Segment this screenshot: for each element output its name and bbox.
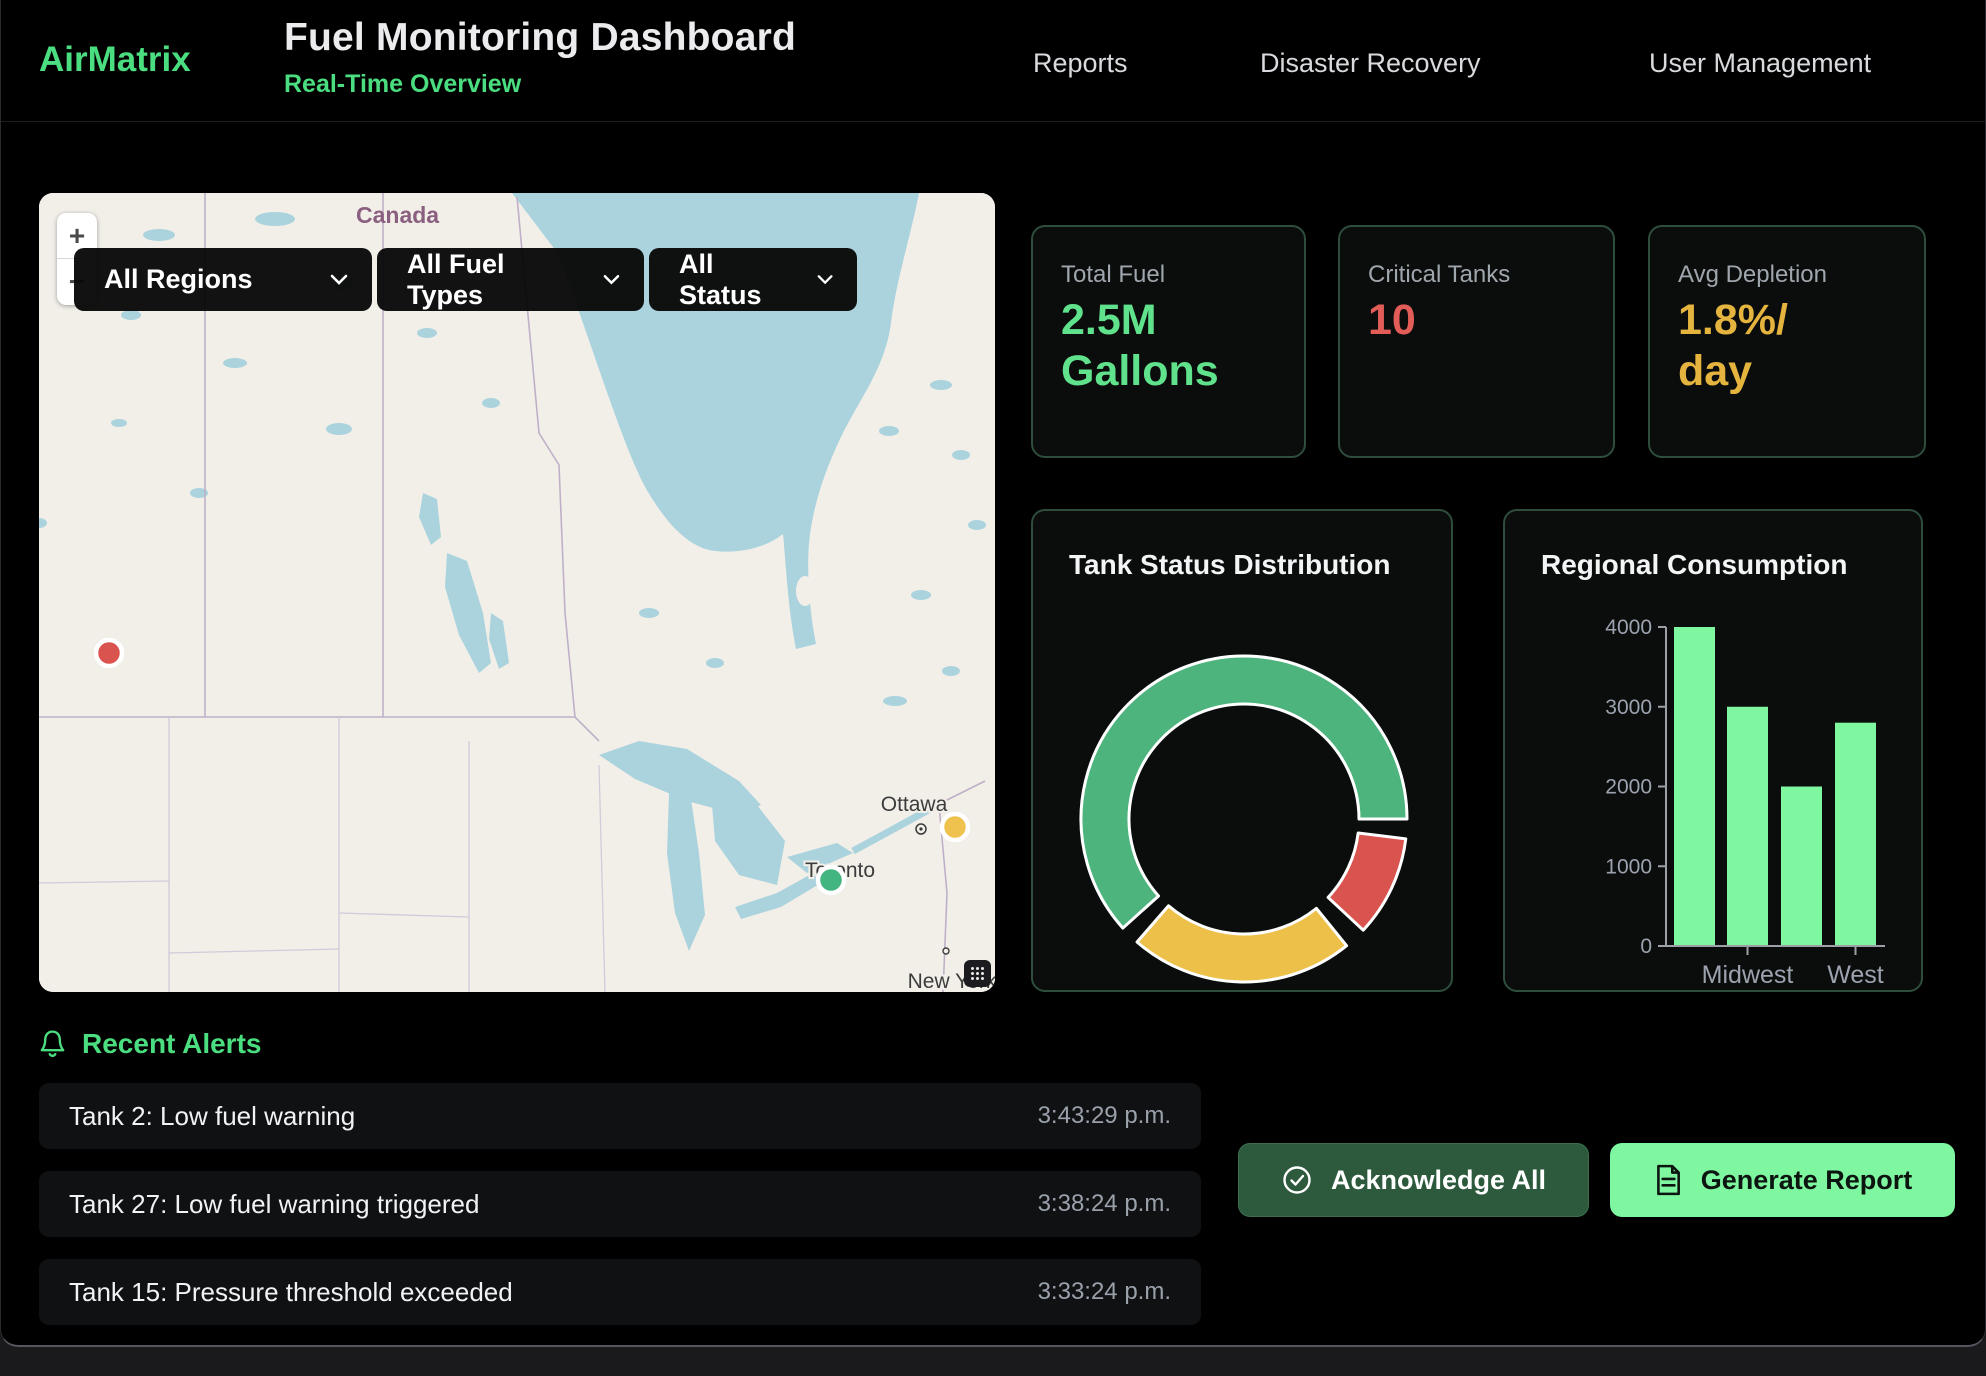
y-tick-label: 0 <box>1640 935 1652 958</box>
stat-card-total-fuel: Total Fuel 2.5M Gallons <box>1031 225 1306 458</box>
regional-consumption-bar-chart: 0 1000 2000 3000 4000 Midwest West <box>1505 511 1921 990</box>
alert-time: 3:43:29 p.m. <box>1038 1102 1171 1130</box>
fuel-map[interactable]: Canada Ottawa Toronto New York + − All R… <box>39 193 995 992</box>
alert-row: Tank 2: Low fuel warning 3:43:29 p.m. <box>39 1083 1201 1149</box>
chevron-down-icon <box>603 274 620 285</box>
page-subtitle: Real-Time Overview <box>284 70 796 99</box>
tank-status-chart-card: Tank Status Distribution <box>1031 509 1453 992</box>
status-filter-dropdown[interactable]: All Status <box>649 248 857 311</box>
donut-segment-critical <box>1328 833 1406 930</box>
bar-3 <box>1835 723 1876 946</box>
alerts-header: Recent Alerts <box>39 1028 261 1060</box>
alert-message: Tank 27: Low fuel warning triggered <box>69 1189 479 1220</box>
map-marker-warning[interactable] <box>942 814 968 840</box>
alert-row: Tank 27: Low fuel warning triggered 3:38… <box>39 1171 1201 1237</box>
y-tick-label: 3000 <box>1605 696 1652 719</box>
bar-2 <box>1781 787 1822 947</box>
tank-status-donut-chart <box>1033 551 1451 991</box>
header: AirMatrix Fuel Monitoring Dashboard Real… <box>1 0 1985 122</box>
alert-message: Tank 15: Pressure threshold exceeded <box>69 1277 513 1308</box>
nav-user-management[interactable]: User Management <box>1649 48 1871 79</box>
map-label-ottawa: Ottawa <box>881 793 948 816</box>
x-tick-label: Midwest <box>1702 961 1794 989</box>
alert-row: Tank 15: Pressure threshold exceeded 3:3… <box>39 1259 1201 1325</box>
regional-consumption-chart-card: Regional Consumption 01000200030004000Mi… <box>1503 509 1923 992</box>
bar-0 <box>1674 627 1715 946</box>
acknowledge-all-button[interactable]: Acknowledge All <box>1238 1143 1589 1217</box>
acknowledge-all-label: Acknowledge All <box>1331 1165 1546 1196</box>
y-tick-label: 2000 <box>1605 776 1652 799</box>
page-title: Fuel Monitoring Dashboard <box>284 16 796 60</box>
stat-label: Avg Depletion <box>1678 261 1827 289</box>
alert-time: 3:38:24 p.m. <box>1038 1190 1171 1218</box>
generate-report-button[interactable]: Generate Report <box>1610 1143 1955 1217</box>
stat-value: 1.8%/ day <box>1678 295 1838 396</box>
map-marker-normal[interactable] <box>818 867 844 893</box>
alert-message: Tank 2: Low fuel warning <box>69 1101 355 1132</box>
dashboard-shell: AirMatrix Fuel Monitoring Dashboard Real… <box>0 0 1986 1347</box>
generate-report-label: Generate Report <box>1701 1165 1913 1196</box>
map-resize-handle[interactable] <box>964 960 991 987</box>
donut-segment-warning <box>1137 906 1347 982</box>
check-circle-icon <box>1281 1164 1313 1196</box>
fuel-type-filter-value: All Fuel Types <box>407 249 577 311</box>
chevron-down-icon <box>330 274 348 285</box>
stat-card-critical-tanks: Critical Tanks 10 <box>1338 225 1615 458</box>
map-filter-row: All Regions All Fuel Types All Status <box>74 248 857 311</box>
nav-reports[interactable]: Reports <box>1033 48 1128 79</box>
chevron-down-icon <box>817 274 833 285</box>
map-marker-critical[interactable] <box>96 640 122 666</box>
stat-card-avg-depletion: Avg Depletion 1.8%/ day <box>1648 225 1926 458</box>
stat-value: 10 <box>1368 295 1583 346</box>
brand-logo: AirMatrix <box>39 40 191 80</box>
y-tick-label: 1000 <box>1605 855 1652 878</box>
alerts-title: Recent Alerts <box>82 1028 261 1060</box>
stat-label: Critical Tanks <box>1368 261 1510 289</box>
bar-1 <box>1727 707 1768 946</box>
map-town-symbol-new-york <box>943 948 949 954</box>
stat-label: Total Fuel <box>1061 261 1165 289</box>
region-filter-dropdown[interactable]: All Regions <box>74 248 372 311</box>
stat-value: 2.5M Gallons <box>1061 295 1276 396</box>
map-canvas: Canada Ottawa Toronto New York <box>39 193 995 992</box>
map-label-canada: Canada <box>356 202 439 228</box>
fuel-type-filter-dropdown[interactable]: All Fuel Types <box>377 248 644 311</box>
app-root: AirMatrix Fuel Monitoring Dashboard Real… <box>0 0 1986 1376</box>
status-filter-value: All Status <box>679 249 791 311</box>
nav-disaster-recovery[interactable]: Disaster Recovery <box>1260 48 1481 79</box>
x-tick-label: West <box>1827 961 1884 989</box>
title-block: Fuel Monitoring Dashboard Real-Time Over… <box>284 16 796 99</box>
bell-icon <box>39 1029 66 1059</box>
alert-time: 3:33:24 p.m. <box>1038 1278 1171 1306</box>
region-filter-value: All Regions <box>104 264 253 295</box>
document-icon <box>1653 1164 1683 1196</box>
y-tick-label: 4000 <box>1605 616 1652 639</box>
map-island <box>796 576 814 606</box>
